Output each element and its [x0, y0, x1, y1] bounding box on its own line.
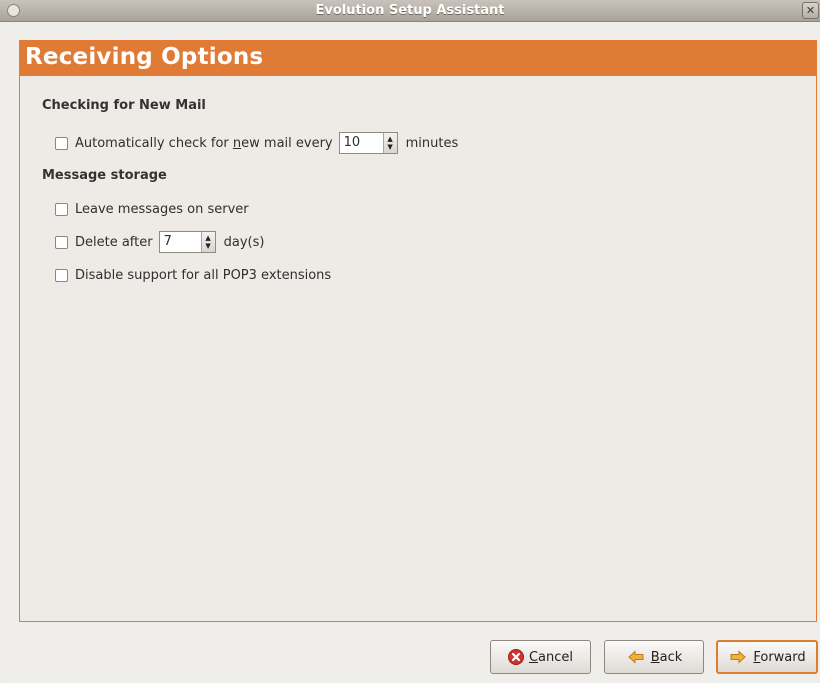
auto-check-checkbox[interactable] [55, 136, 68, 150]
title-bar: Evolution Setup Assistant ✕ [0, 0, 820, 22]
disable-pop3-checkbox[interactable] [55, 269, 68, 282]
options-panel [19, 76, 817, 622]
close-button[interactable]: ✕ [802, 2, 819, 19]
disable-pop3-row: Disable support for all POP3 extensions [55, 268, 331, 283]
window-title: Evolution Setup Assistant [315, 3, 505, 18]
spin-down-icon[interactable]: ▼ [205, 242, 210, 250]
page-header: Receiving Options [19, 40, 817, 76]
delete-after-spinbutton[interactable]: 7 ▲ ▼ [158, 231, 216, 253]
forward-label: Forward [753, 649, 806, 665]
auto-check-label[interactable]: Automatically check for new mail every [75, 136, 333, 151]
spin-arrows[interactable]: ▲ ▼ [200, 232, 215, 252]
delete-after-label[interactable]: Delete after [75, 235, 153, 250]
auto-check-row: Automatically check for new mail every 1… [55, 132, 458, 154]
delete-after-unit: day(s) [223, 234, 265, 250]
back-arrow-icon [627, 650, 644, 664]
delete-after-row: Delete after 7 ▲ ▼ day(s) [55, 231, 264, 253]
back-label: Back [650, 649, 683, 665]
close-icon: ✕ [805, 4, 816, 17]
spin-down-icon[interactable]: ▼ [387, 143, 392, 151]
leave-on-server-row: Leave messages on server [55, 202, 249, 217]
section-title-checking: Checking for New Mail [42, 98, 206, 113]
leave-on-server-checkbox[interactable] [55, 203, 68, 216]
spin-up-icon[interactable]: ▲ [387, 135, 392, 143]
section-title-storage: Message storage [42, 168, 167, 183]
spin-arrows[interactable]: ▲ ▼ [382, 133, 397, 153]
leave-on-server-label[interactable]: Leave messages on server [75, 202, 249, 217]
cancel-button[interactable]: Cancel [490, 640, 591, 674]
disable-pop3-label[interactable]: Disable support for all POP3 extensions [75, 268, 331, 283]
spin-up-icon[interactable]: ▲ [205, 234, 210, 242]
delete-after-checkbox[interactable] [55, 235, 68, 249]
check-interval-unit: minutes [405, 135, 459, 151]
forward-button[interactable]: Forward [716, 640, 818, 674]
cancel-label: Cancel [528, 649, 574, 665]
cancel-icon [507, 649, 524, 665]
page-title: Receiving Options [25, 44, 264, 70]
check-interval-spinbutton[interactable]: 10 ▲ ▼ [338, 132, 398, 154]
back-button[interactable]: Back [604, 640, 704, 674]
forward-arrow-icon [730, 650, 747, 664]
delete-after-value[interactable]: 7 [160, 232, 201, 252]
check-interval-value[interactable]: 10 [340, 133, 383, 153]
